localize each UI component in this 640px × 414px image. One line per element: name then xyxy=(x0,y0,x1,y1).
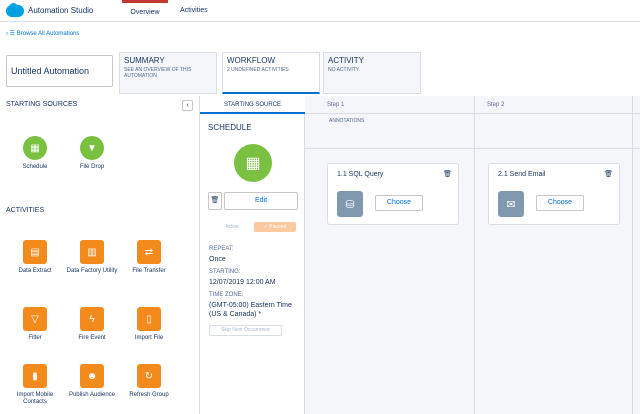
activity-label: Data Factory Utility xyxy=(66,268,118,274)
activity-import-mobile-contacts[interactable]: ▮ Import Mobile Contacts xyxy=(9,364,61,406)
fire-event-icon: ϟ xyxy=(80,307,104,331)
source-schedule[interactable]: ▦ Schedule xyxy=(9,136,61,171)
activity-label: Import Mobile Contacts xyxy=(16,392,54,405)
activity-label: File Transfer xyxy=(132,268,166,274)
edit-schedule-button[interactable]: Edit xyxy=(224,192,298,210)
toggle-paused[interactable]: ✓ Paused xyxy=(254,222,296,232)
data-factory-icon: ▥ xyxy=(80,240,104,264)
card-title: 1.1 SQL Query xyxy=(337,171,384,178)
schedule-title: SCHEDULE xyxy=(208,123,252,132)
annotations-label: ANNOTATIONS xyxy=(329,118,365,124)
step-divider xyxy=(474,96,475,414)
tab-activities[interactable]: Activities xyxy=(172,0,216,22)
calendar-icon: ▦ xyxy=(23,136,47,160)
salesforce-logo-icon xyxy=(6,3,24,17)
card-title: 2.1 Send Email xyxy=(498,171,546,178)
calendar-icon: ▦ xyxy=(234,144,272,182)
file-transfer-icon: ⇄ xyxy=(137,240,161,264)
top-bar xyxy=(0,0,640,22)
activity-label: Filter xyxy=(28,335,42,341)
chevron-left-icon[interactable]: ‹ xyxy=(182,100,193,111)
activity-data-extract[interactable]: ▤ Data Extract xyxy=(9,240,61,275)
activity-file-transfer[interactable]: ⇄ File Transfer xyxy=(123,240,175,275)
step1-activity-card[interactable]: 1.1 SQL Query 🗑 ⛁ Choose xyxy=(327,163,459,225)
tab-overview[interactable]: Overview xyxy=(122,0,168,22)
breadcrumb[interactable]: ‹ ☰ Browse All Automations xyxy=(6,30,79,37)
repeat-label: REPEAT: xyxy=(209,246,234,252)
timezone-value: (GMT-05:00) Eastern Time (US & Canada) * xyxy=(209,302,292,318)
activity-publish-audience[interactable]: ☻ Publish Audience xyxy=(66,364,118,399)
starting-sources-title: STARTING SOURCES xyxy=(6,101,78,108)
import-file-icon: ▯ xyxy=(137,307,161,331)
trash-icon[interactable]: 🗑 xyxy=(604,170,613,178)
tab-summary[interactable]: SUMMARY SEE AN OVERVIEW OF THIS AUTOMATI… xyxy=(119,52,217,94)
starting-label: STARTING: xyxy=(209,269,241,275)
filter-icon: ▽ xyxy=(23,307,47,331)
activity-label: Import File xyxy=(134,335,164,341)
toggle-active[interactable]: Active xyxy=(211,222,253,232)
publish-audience-icon: ☻ xyxy=(80,364,104,388)
annotations-divider xyxy=(305,148,640,149)
tab-activity-subtitle: NO ACTIVITY. xyxy=(328,67,360,73)
steps-header-bar xyxy=(305,96,640,114)
choose-button[interactable]: Choose xyxy=(375,195,423,211)
activity-label: Refresh Group xyxy=(129,392,169,398)
source-label: File Drop xyxy=(79,164,105,170)
data-extract-icon: ▤ xyxy=(23,240,47,264)
chevron-left-icon: ‹ xyxy=(6,31,8,37)
tab-activity-title: ACTIVITY xyxy=(328,56,365,65)
refresh-group-icon: ↻ xyxy=(137,364,161,388)
activity-label: Publish Audience xyxy=(68,392,116,398)
import-mobile-icon: ▮ xyxy=(23,364,47,388)
tab-summary-subtitle: SEE AN OVERVIEW OF THIS AUTOMATION xyxy=(124,67,192,79)
activity-filter[interactable]: ▽ Filter xyxy=(9,307,61,342)
app-title: Automation Studio xyxy=(28,6,94,15)
source-label: Schedule xyxy=(22,164,48,170)
activity-refresh-group[interactable]: ↻ Refresh Group xyxy=(123,364,175,399)
breadcrumb-label: Browse All Automations xyxy=(16,31,80,37)
list-icon: ☰ xyxy=(9,31,16,37)
trash-icon[interactable]: 🗑 xyxy=(443,170,452,178)
repeat-value: Once xyxy=(209,256,226,263)
activity-fire-event[interactable]: ϟ Fire Event xyxy=(66,307,118,342)
activity-label: Data Extract xyxy=(18,268,52,274)
activity-import-file[interactable]: ▯ Import File xyxy=(123,307,175,342)
automation-name-input[interactable] xyxy=(6,55,113,87)
step2-header: Step 2 xyxy=(487,102,505,108)
sql-query-icon: ⛁ xyxy=(337,191,363,217)
activity-data-factory-utility[interactable]: ▥ Data Factory Utility xyxy=(66,240,118,275)
folder-icon: ▼ xyxy=(80,136,104,160)
step-divider xyxy=(632,96,633,414)
tab-summary-title: SUMMARY xyxy=(124,56,165,65)
activity-label: Fire Event xyxy=(78,335,106,341)
starting-source-header: STARTING SOURCE xyxy=(200,96,305,114)
source-file-drop[interactable]: ▼ File Drop xyxy=(66,136,118,171)
email-icon: ✉ xyxy=(498,191,524,217)
tab-workflow-title: WORKFLOW xyxy=(227,56,275,65)
trash-icon[interactable]: 🗑 xyxy=(208,192,222,210)
skip-next-occurrence-button[interactable]: Skip Next Occurrence xyxy=(209,325,282,336)
tab-workflow-subtitle: 2 UNDEFINED ACTIVITIES xyxy=(227,67,289,73)
tab-activity[interactable]: ACTIVITY NO ACTIVITY. xyxy=(323,52,421,94)
step2-activity-card[interactable]: 2.1 Send Email 🗑 ✉ Choose xyxy=(488,163,620,225)
starting-value: 12/07/2019 12:00 AM xyxy=(209,279,276,286)
tab-workflow[interactable]: WORKFLOW 2 UNDEFINED ACTIVITIES xyxy=(222,52,320,94)
activities-title: ACTIVITIES xyxy=(6,207,45,214)
choose-button[interactable]: Choose xyxy=(536,195,584,211)
step1-header: Step 1 xyxy=(327,102,345,108)
timezone-label: TIME ZONE: xyxy=(209,292,244,298)
